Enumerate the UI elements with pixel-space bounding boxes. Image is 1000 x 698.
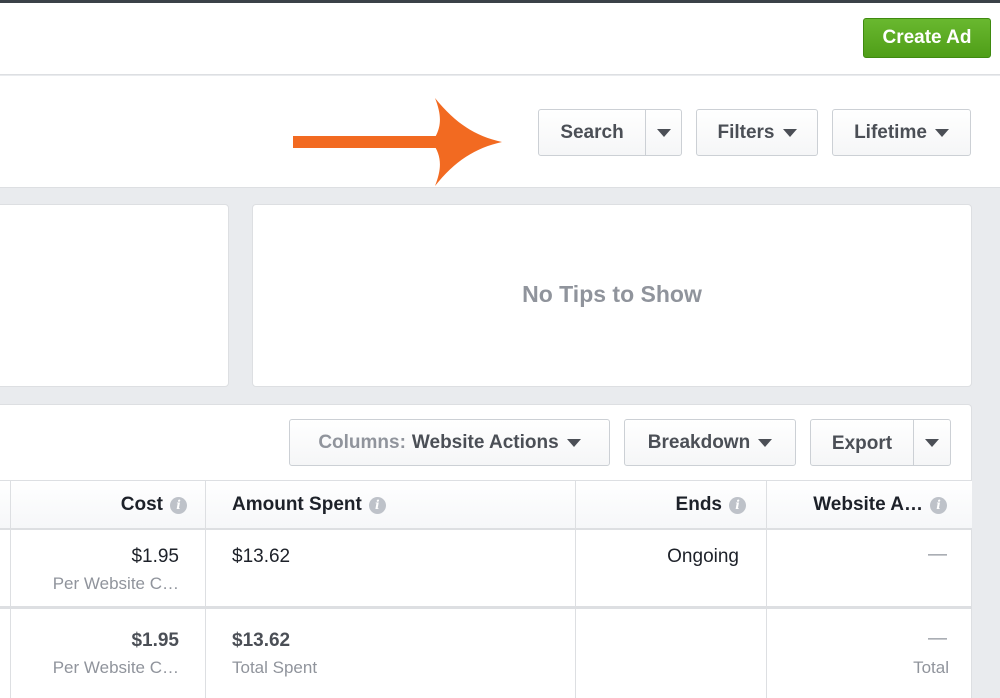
tips-card: No Tips to Show (252, 204, 972, 387)
column-header-amount-spent[interactable]: Amount Spent i (232, 481, 386, 529)
chevron-down-icon (758, 438, 773, 447)
column-header-cost[interactable]: Cost i (0, 481, 187, 529)
filters-button[interactable]: Filters (696, 109, 818, 156)
ends-header-label: Ends (675, 494, 722, 515)
info-icon[interactable]: i (170, 496, 187, 514)
columns-prefix: Columns: (318, 431, 406, 453)
chevron-down-icon (934, 128, 949, 137)
table-row[interactable]: $1.95 Per Website C… $13.62 Ongoing — (0, 530, 972, 608)
column-header-ends[interactable]: Ends i (576, 481, 746, 529)
cost-subtext: Per Website C… (52, 574, 179, 593)
chevron-down-icon (566, 438, 581, 447)
ads-table-card: Columns: Website Actions Breakdown Expor… (0, 404, 972, 698)
chevron-down-icon (925, 438, 939, 447)
cost-header-label: Cost (120, 494, 163, 515)
total-cost-value: $1.95 (131, 630, 179, 651)
columns-value: Website Actions (411, 431, 559, 453)
chevron-down-icon (782, 128, 797, 137)
summary-card (0, 204, 229, 387)
table-header-row: Cost i Amount Spent i Ends i Website A… … (0, 480, 972, 530)
total-amount-spent-subtext: Total Spent (232, 658, 318, 677)
column-header-website-actions[interactable]: Website A… i (767, 481, 947, 529)
export-button[interactable]: Export (811, 433, 913, 455)
columns-dropdown[interactable]: Columns: Website Actions (289, 419, 610, 466)
total-website-actions-subtext: Total (913, 658, 949, 677)
lifetime-date-button[interactable]: Lifetime (832, 109, 971, 156)
lifetime-label: Lifetime (854, 121, 927, 143)
orange-arrow-annotation (293, 98, 502, 186)
totals-row: $1.95 Per Website C… $13.62 Total Spent … (0, 609, 972, 698)
info-icon[interactable]: i (368, 496, 386, 514)
cost-value: $1.95 (131, 546, 179, 567)
info-icon[interactable]: i (930, 496, 947, 514)
filters-label: Filters (717, 121, 775, 143)
breakdown-label: Breakdown (647, 431, 751, 453)
ends-value: Ongoing (667, 546, 739, 567)
breakdown-button[interactable]: Breakdown (624, 419, 796, 466)
export-split-button: Export (810, 419, 951, 466)
filter-toolbar: Search Filters Lifetime (0, 76, 1000, 188)
total-cost-subtext: Per Website C… (52, 658, 179, 677)
chevron-down-icon (656, 128, 671, 137)
website-actions-value: — (928, 544, 947, 565)
total-amount-spent-value: $13.62 (232, 630, 291, 651)
search-split-button: Search (538, 109, 682, 156)
info-icon[interactable]: i (729, 496, 746, 514)
search-button[interactable]: Search (539, 122, 645, 144)
search-dropdown-toggle[interactable] (646, 110, 681, 155)
amount-spent-header-label: Amount Spent (232, 494, 362, 515)
no-tips-message: No Tips to Show (522, 281, 702, 307)
amount-spent-value: $13.62 (232, 546, 291, 567)
create-ad-button[interactable]: Create Ad (863, 18, 991, 58)
top-bar: Create Ad (0, 3, 1000, 75)
website-actions-header-label: Website A… (813, 494, 923, 515)
total-website-actions-value: — (928, 628, 947, 649)
export-dropdown-toggle[interactable] (914, 420, 950, 465)
